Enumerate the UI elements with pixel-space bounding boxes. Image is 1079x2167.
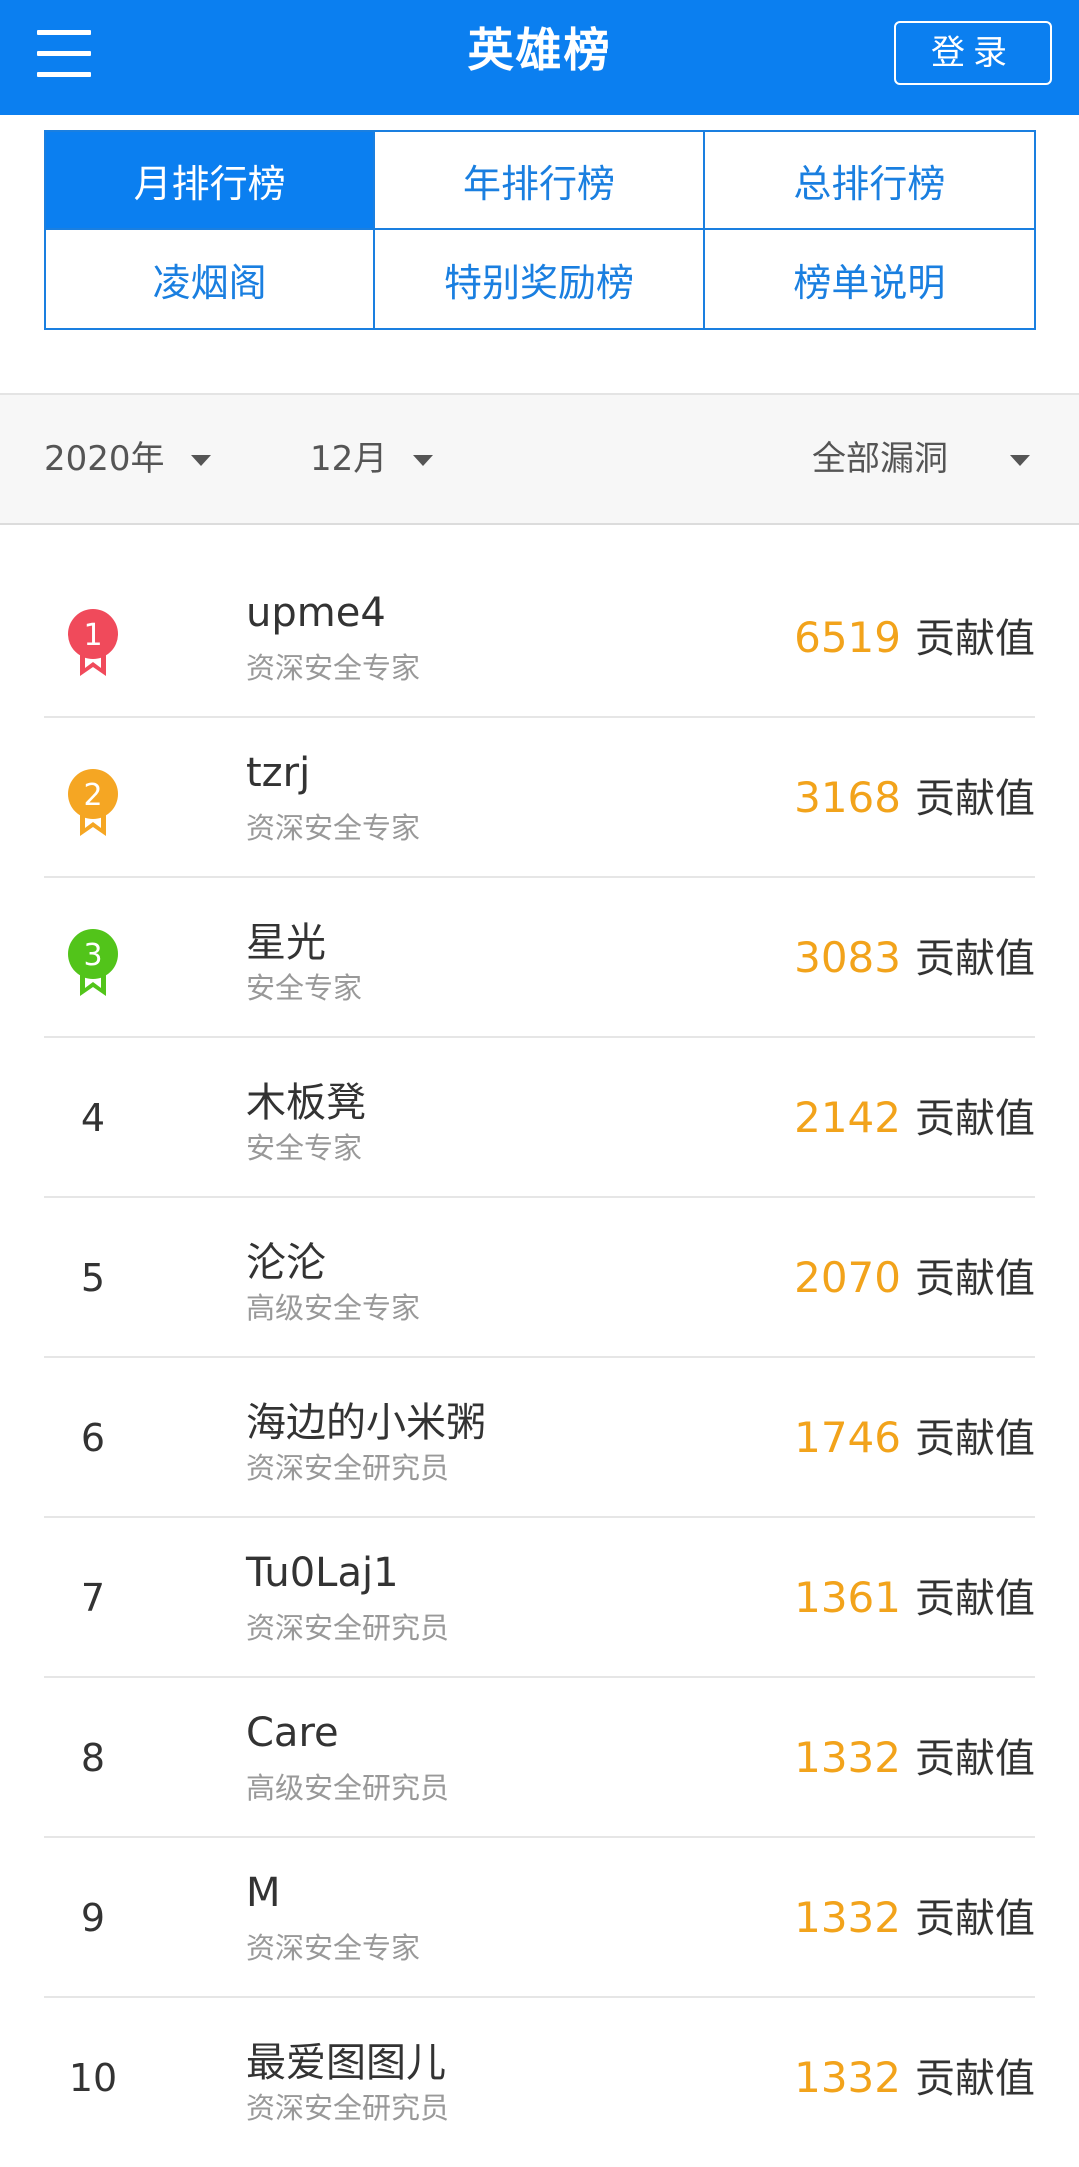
rank-number: 4 [80,1096,106,1140]
user-title: 安全专家 [246,1131,363,1165]
rank-number: 10 [68,2056,118,2100]
caret-down-icon [1010,455,1030,466]
ranking-row[interactable]: 7 Tu0Laj1 资深安全研究员 1361 贡献值 [44,1518,1035,1678]
score-unit-label: 贡献值 [915,936,1035,982]
score-group: 3168 贡献值 [794,718,1035,878]
user-name[interactable]: 木板凳 [246,1070,366,1128]
tab-special-reward[interactable]: 特别奖励榜 [375,230,705,328]
score-group: 1746 贡献值 [794,1358,1035,1518]
score-unit-label: 贡献值 [915,776,1035,822]
score-value: 1332 [794,1733,901,1782]
score-value: 1332 [794,2053,901,2102]
month-value: 12月 [310,439,388,479]
score-value: 2142 [794,1093,901,1142]
user-title: 安全专家 [246,971,363,1005]
rank-number: 9 [80,1896,106,1940]
score-value: 3168 [794,773,901,822]
caret-down-icon [190,455,211,466]
user-title: 资深安全研究员 [246,1611,450,1645]
category-dropdown[interactable]: 全部漏洞 [812,395,1030,523]
score-unit-label: 贡献值 [915,1416,1035,1462]
user-title: 资深安全研究员 [246,1451,450,1485]
ranking-row[interactable]: 1 upme4 资深安全专家 6519 贡献值 [44,558,1035,718]
ranking-row[interactable]: 9 M 资深安全专家 1332 贡献值 [44,1838,1035,1998]
score-unit-label: 贡献值 [915,1736,1035,1782]
medal-rank-number: 3 [83,938,102,973]
menu-icon[interactable] [37,30,91,78]
ranking-row[interactable]: 5 沦沦 高级安全专家 2070 贡献值 [44,1198,1035,1358]
medal-icon: 1 [65,608,121,678]
tab-total[interactable]: 总排行榜 [704,132,1034,230]
score-value: 3083 [794,933,901,982]
score-group: 1332 贡献值 [794,1998,1035,2158]
medal-rank-number: 1 [83,618,102,653]
score-unit-label: 贡献值 [915,1576,1035,1622]
score-value: 6519 [794,613,901,662]
user-name[interactable]: 最爱图图儿 [246,2030,446,2088]
score-group: 1361 贡献值 [794,1518,1035,1678]
user-title: 高级安全专家 [246,1291,421,1325]
user-title: 资深安全专家 [246,811,421,845]
score-unit-label: 贡献值 [915,1096,1035,1142]
score-group: 2142 贡献值 [794,1038,1035,1198]
ranking-list: 1 upme4 资深安全专家 6519 贡献值 2 tzrj 资深安全专家 3168 贡献值 3 星光… [0,558,1079,2158]
medal-icon: 3 [65,928,121,998]
tab-ranking-info[interactable]: 榜单说明 [705,230,1034,328]
user-name[interactable]: 沦沦 [246,1230,326,1288]
score-group: 1332 贡献值 [794,1678,1035,1838]
score-group: 2070 贡献值 [794,1198,1035,1358]
ranking-row[interactable]: 6 海边的小米粥 资深安全研究员 1746 贡献值 [44,1358,1035,1518]
ranking-row[interactable]: 8 Care 高级安全研究员 1332 贡献值 [44,1678,1035,1838]
app-header: 英雄榜 登录 [0,0,1079,115]
year-value: 2020年 [44,439,165,479]
user-name[interactable]: Care [246,1710,339,1756]
month-dropdown[interactable]: 12月 [310,395,434,523]
category-value: 全部漏洞 [812,439,948,479]
tab-monthly[interactable]: 月排行榜 [46,132,376,230]
ranking-row[interactable]: 10 最爱图图儿 资深安全研究员 1332 贡献值 [44,1998,1035,2158]
user-title: 资深安全专家 [246,651,421,685]
score-unit-label: 贡献值 [915,2056,1035,2102]
rank-number: 6 [80,1416,106,1460]
caret-down-icon [413,455,434,466]
ranking-row[interactable]: 2 tzrj 资深安全专家 3168 贡献值 [44,718,1035,878]
user-title: 资深安全专家 [246,1931,421,1965]
user-name[interactable]: tzrj [246,750,310,796]
rank-number: 5 [80,1256,106,1300]
user-name[interactable]: 星光 [246,910,326,968]
score-unit-label: 贡献值 [915,1896,1035,1942]
score-group: 3083 贡献值 [794,878,1035,1038]
tab-lingyan[interactable]: 凌烟阁 [46,230,376,328]
score-value: 1332 [794,1893,901,1942]
year-dropdown[interactable]: 2020年 [44,395,211,523]
ranking-row[interactable]: 3 星光 安全专家 3083 贡献值 [44,878,1035,1038]
user-title: 资深安全研究员 [246,2091,450,2125]
user-name[interactable]: upme4 [246,590,386,636]
medal-icon: 2 [65,768,121,838]
rank-number: 7 [80,1576,106,1620]
ranking-row[interactable]: 4 木板凳 安全专家 2142 贡献值 [44,1038,1035,1198]
tab-yearly[interactable]: 年排行榜 [375,132,705,230]
score-group: 6519 贡献值 [794,558,1035,718]
user-name[interactable]: 海边的小米粥 [246,1390,486,1448]
score-unit-label: 贡献值 [915,1256,1035,1302]
user-title: 高级安全研究员 [246,1771,450,1805]
filter-bar: 2020年 12月 全部漏洞 [0,393,1079,525]
login-button[interactable]: 登录 [894,21,1052,85]
score-value: 1361 [794,1573,901,1622]
user-name[interactable]: M [246,1870,281,1916]
medal-rank-number: 2 [83,778,102,813]
rank-number: 8 [80,1736,106,1780]
score-group: 1332 贡献值 [794,1838,1035,1998]
score-value: 2070 [794,1253,901,1302]
user-name[interactable]: Tu0Laj1 [246,1550,399,1596]
score-unit-label: 贡献值 [915,616,1035,662]
score-value: 1746 [794,1413,901,1462]
ranking-tabs: 月排行榜 年排行榜 总排行榜 凌烟阁 特别奖励榜 榜单说明 [44,130,1036,330]
